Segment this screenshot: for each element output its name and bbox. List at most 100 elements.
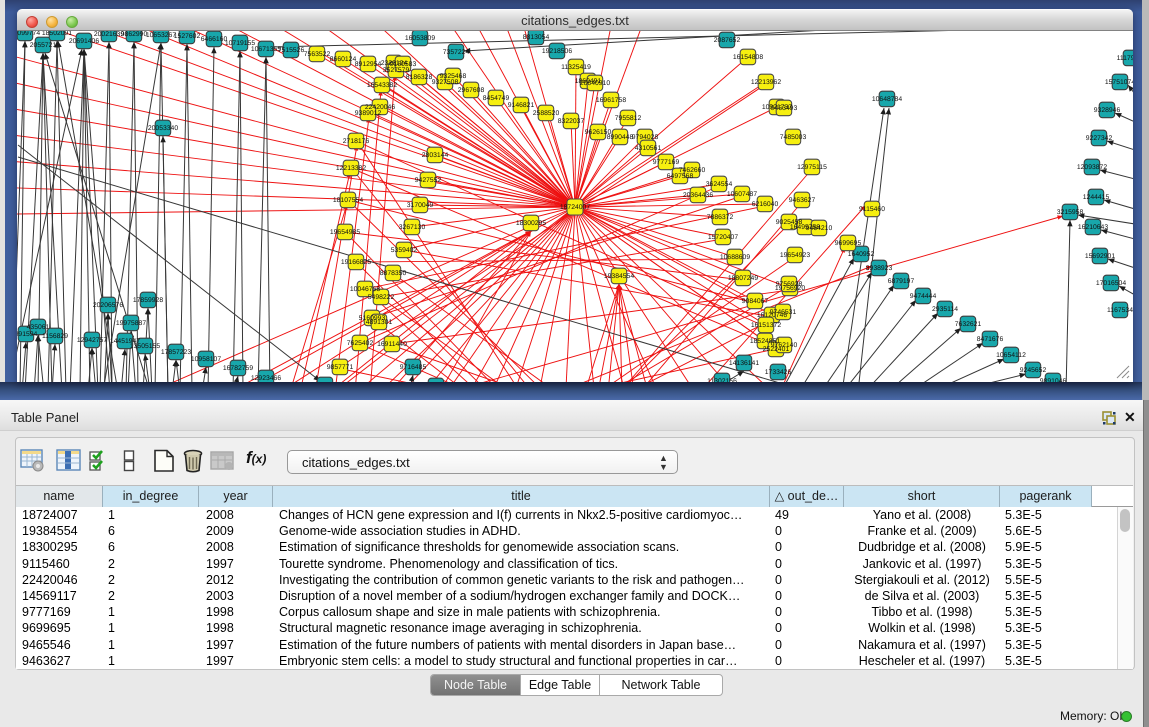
svg-text:1156829: 1156829 (42, 333, 68, 340)
svg-text:9463627: 9463627 (789, 197, 816, 204)
svg-text:9762140: 9762140 (771, 342, 798, 349)
svg-text:11179011: 11179011 (1117, 55, 1133, 62)
svg-text:991594: 991594 (17, 331, 38, 338)
svg-text:9389012: 9389012 (355, 110, 382, 117)
svg-text:8813054: 8813054 (523, 34, 550, 41)
svg-text:12975115: 12975115 (797, 164, 827, 171)
svg-text:20021639: 20021639 (94, 31, 124, 38)
svg-text:15692901: 15692901 (1085, 253, 1115, 260)
svg-text:1733426: 1733426 (765, 369, 792, 376)
svg-text:1527602: 1527602 (174, 33, 201, 40)
svg-text:17016504: 17016504 (1096, 280, 1126, 287)
svg-text:9716485: 9716485 (400, 364, 427, 371)
svg-text:9463493: 9463493 (771, 105, 798, 112)
svg-text:17857223: 17857223 (161, 349, 191, 356)
svg-text:9427552: 9427552 (415, 177, 442, 184)
svg-text:10607487: 10607487 (727, 191, 757, 198)
svg-text:7462660: 7462660 (679, 167, 706, 174)
svg-text:5359402: 5359402 (391, 247, 418, 254)
svg-text:16543382: 16543382 (367, 82, 397, 89)
svg-text:1244415: 1244415 (1083, 194, 1110, 201)
svg-text:8471676: 8471676 (977, 336, 1004, 343)
svg-text:9245652: 9245652 (1020, 367, 1047, 374)
svg-text:10671355: 10671355 (251, 46, 281, 53)
svg-text:10654112: 10654112 (996, 352, 1026, 359)
svg-text:3624554: 3624554 (706, 181, 733, 188)
svg-text:10688609: 10688609 (720, 254, 750, 261)
svg-text:8322037: 8322037 (558, 118, 585, 125)
svg-text:6879197: 6879197 (888, 278, 915, 285)
svg-text:12213382: 12213382 (336, 165, 366, 172)
svg-text:8990448: 8990448 (607, 134, 634, 141)
svg-text:19975887: 19975887 (116, 320, 146, 327)
svg-text:9160583: 9160583 (390, 61, 417, 68)
svg-text:7357224: 7357224 (443, 49, 470, 56)
svg-text:20053340: 20053340 (148, 125, 178, 132)
svg-text:16053809: 16053809 (405, 35, 435, 42)
svg-text:9862990: 9862990 (121, 31, 148, 38)
svg-text:20691406: 20691406 (69, 38, 99, 45)
svg-text:19218506: 19218506 (542, 48, 572, 55)
svg-text:9857771: 9857771 (327, 364, 354, 371)
svg-text:9227342: 9227342 (1086, 135, 1113, 142)
svg-text:3170049: 3170049 (407, 202, 434, 209)
svg-text:8186328: 8186328 (406, 74, 433, 81)
svg-text:10653267: 10653267 (146, 32, 176, 39)
svg-text:9464210: 9464210 (806, 225, 833, 232)
svg-text:9327508: 9327508 (432, 79, 459, 86)
svg-text:12942757: 12942757 (77, 337, 107, 344)
svg-text:9794028: 9794028 (632, 134, 659, 141)
svg-text:10046768: 10046768 (350, 286, 380, 293)
svg-text:7886372: 7886372 (707, 214, 734, 221)
svg-text:17859928: 17859928 (133, 297, 163, 304)
svg-text:4310561: 4310561 (635, 145, 662, 152)
svg-text:6216040: 6216040 (752, 201, 779, 208)
svg-text:19166825: 19166825 (341, 259, 371, 266)
svg-text:9146821: 9146821 (508, 102, 535, 109)
svg-text:18300295: 18300295 (516, 220, 546, 227)
svg-text:8660124: 8660124 (330, 56, 357, 63)
svg-text:16782759: 16782759 (223, 365, 253, 372)
svg-text:8454749: 8454749 (483, 95, 510, 102)
svg-text:16961758: 16961758 (596, 97, 626, 104)
svg-text:6497568: 6497568 (667, 173, 694, 180)
svg-text:3527579: 3527579 (383, 67, 410, 74)
svg-text:3267130: 3267130 (399, 224, 426, 231)
svg-text:5498222: 5498222 (368, 294, 395, 301)
svg-text:1167534: 1167534 (1107, 307, 1133, 314)
svg-text:20640910: 20640910 (580, 80, 610, 87)
svg-text:9084067: 9084067 (742, 298, 769, 305)
svg-text:18724007: 18724007 (560, 204, 590, 211)
svg-text:11325419: 11325419 (561, 64, 591, 71)
svg-text:7515526: 7515526 (278, 47, 305, 54)
svg-text:7955812: 7955812 (615, 115, 642, 122)
svg-text:20206576: 20206576 (93, 302, 123, 309)
svg-text:7625402: 7625402 (347, 340, 374, 347)
svg-text:18502091: 18502091 (42, 31, 72, 37)
svg-text:9699695: 9699695 (835, 240, 862, 247)
svg-text:19384554: 19384554 (604, 273, 634, 280)
svg-text:6466160: 6466160 (201, 36, 228, 43)
svg-text:18807249: 18807249 (728, 275, 758, 282)
svg-text:2055721: 2055721 (30, 42, 57, 49)
svg-text:2718176: 2718176 (343, 138, 370, 145)
svg-text:19654985: 19654985 (330, 229, 360, 236)
svg-text:9746531: 9746531 (770, 309, 797, 316)
svg-text:10648784: 10648784 (872, 96, 902, 103)
svg-text:9325468: 9325468 (440, 73, 467, 80)
svg-text:10958107: 10958107 (191, 356, 221, 363)
svg-text:7563522: 7563522 (304, 51, 331, 58)
svg-text:16210643: 16210643 (1078, 224, 1108, 231)
svg-text:12213962: 12213962 (751, 79, 781, 86)
svg-text:14136141: 14136141 (729, 360, 759, 367)
svg-text:9328946: 9328946 (1094, 107, 1121, 114)
svg-text:8938923: 8938923 (866, 265, 893, 272)
svg-text:8878350: 8878350 (380, 270, 407, 277)
svg-text:2803144: 2803144 (422, 152, 449, 159)
svg-text:2967608: 2967608 (458, 87, 485, 94)
svg-text:9891046: 9891046 (1040, 378, 1067, 382)
svg-text:15720407: 15720407 (708, 234, 738, 241)
svg-text:2087652: 2087652 (714, 37, 741, 44)
svg-text:4891301: 4891301 (366, 319, 393, 326)
svg-text:9777169: 9777169 (653, 159, 680, 166)
